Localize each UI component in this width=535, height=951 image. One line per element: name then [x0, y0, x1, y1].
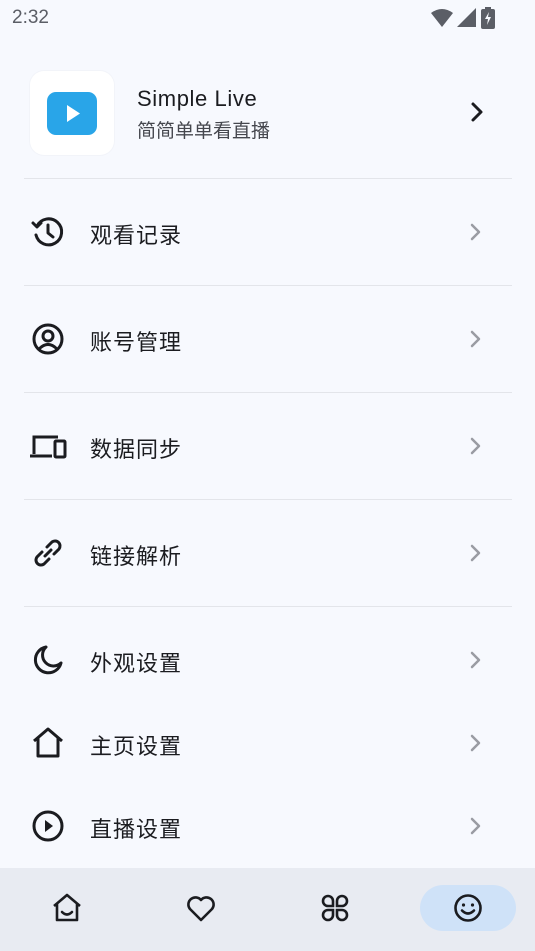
nav-categories[interactable]: [287, 885, 383, 931]
menu-item-home-settings[interactable]: 主页设置: [24, 713, 512, 773]
play-logo-icon: [47, 92, 97, 135]
menu-item-appearance[interactable]: 外观设置: [24, 630, 512, 690]
menu-item-label: 观看记录: [90, 224, 183, 249]
divider: [24, 285, 512, 286]
menu-item-label: 数据同步: [90, 438, 183, 463]
status-icons: [431, 7, 495, 33]
wifi-icon: [431, 8, 453, 32]
status-bar: 2:32: [0, 0, 535, 36]
chevron-right-icon: [466, 222, 486, 246]
link-icon: [30, 535, 66, 571]
chevron-right-icon: [466, 733, 486, 757]
chevron-right-icon: [467, 100, 487, 128]
app-subtitle: 简简单单看直播: [137, 120, 271, 142]
nav-home[interactable]: [19, 885, 115, 931]
chevron-right-icon: [466, 650, 486, 674]
menu-item-link-parse[interactable]: 链接解析: [24, 523, 512, 583]
app-name: Simple Live: [137, 86, 258, 111]
settings-screen: 2:32 Simple Live 简简单单看直播 观看记录 账号管理 数据同步 …: [0, 0, 535, 951]
smile-icon: [454, 894, 482, 922]
menu-item-history[interactable]: 观看记录: [24, 202, 512, 262]
divider: [24, 499, 512, 500]
menu-item-label: 链接解析: [90, 545, 183, 570]
heart-icon: [187, 896, 215, 922]
home-outline-icon: [30, 725, 66, 761]
chevron-right-icon: [466, 816, 486, 840]
chevron-right-icon: [466, 543, 486, 567]
menu-item-live-settings[interactable]: 直播设置: [24, 796, 512, 856]
nav-favorites[interactable]: [153, 885, 249, 931]
moon-icon: [30, 642, 66, 678]
battery-charging-icon: [481, 7, 495, 33]
menu-item-label: 直播设置: [90, 818, 183, 843]
chevron-right-icon: [466, 329, 486, 353]
menu-item-label: 外观设置: [90, 652, 183, 677]
menu-item-account[interactable]: 账号管理: [24, 309, 512, 369]
status-time: 2:32: [12, 7, 49, 28]
signal-icon: [457, 8, 477, 32]
menu-item-sync[interactable]: 数据同步: [24, 416, 512, 476]
chevron-right-icon: [466, 436, 486, 460]
history-icon: [30, 214, 66, 250]
devices-icon: [30, 428, 67, 464]
play-circle-icon: [30, 808, 66, 844]
home-icon: [53, 893, 81, 922]
app-info-row[interactable]: Simple Live 简简单单看直播: [24, 62, 512, 166]
bottom-navigation: [0, 868, 535, 951]
divider: [24, 178, 512, 179]
divider: [24, 606, 512, 607]
menu-item-label: 账号管理: [90, 331, 183, 356]
account-icon: [30, 321, 66, 357]
menu-item-label: 主页设置: [90, 735, 183, 760]
nav-profile[interactable]: [420, 885, 516, 931]
app-logo: [30, 71, 114, 155]
divider: [24, 392, 512, 393]
category-icon: [321, 894, 349, 922]
